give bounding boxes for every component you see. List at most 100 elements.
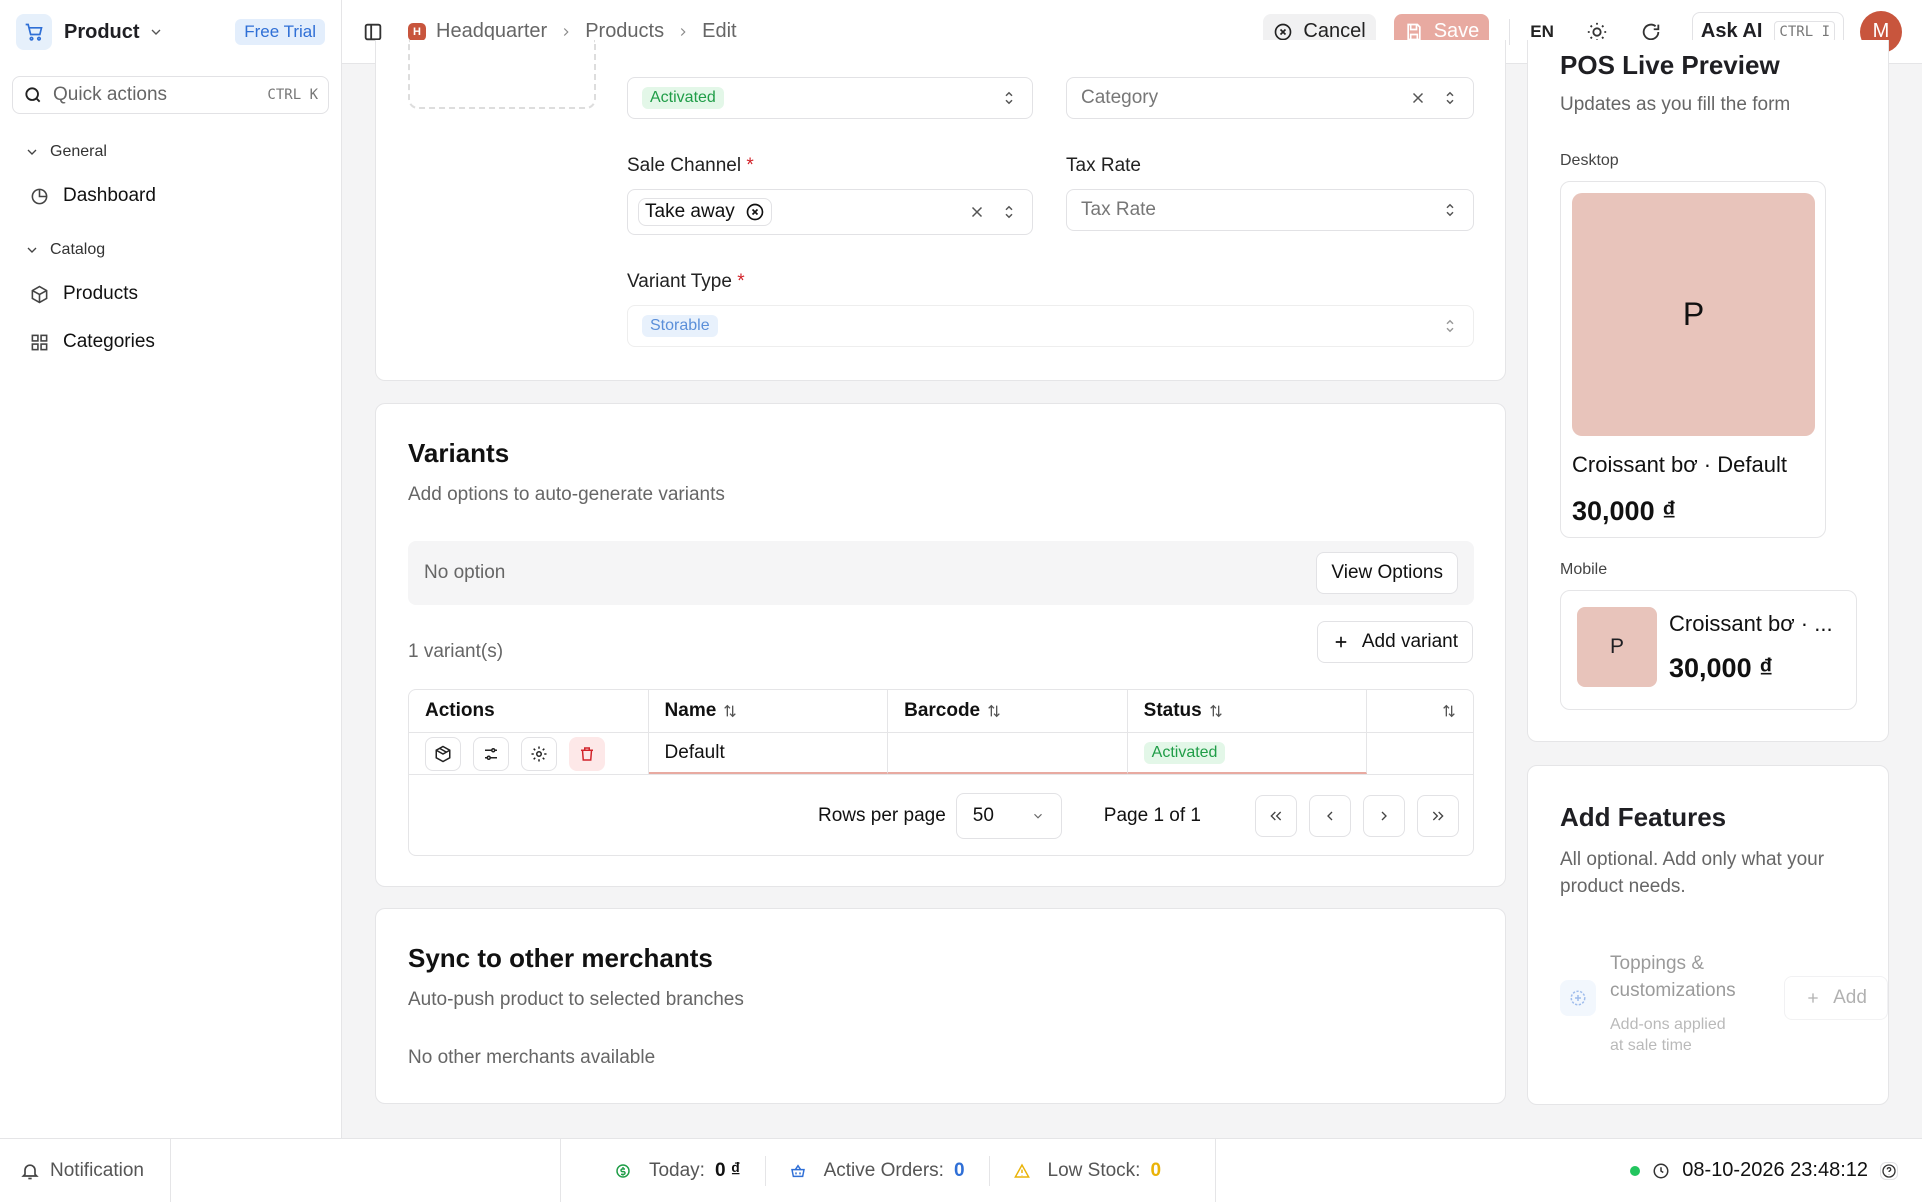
- bell-icon: [20, 1161, 40, 1181]
- variant-type-select[interactable]: Storable: [627, 305, 1474, 347]
- remove-chip-icon[interactable]: [745, 202, 765, 222]
- rows-per-page-value: 50: [972, 805, 994, 826]
- tax-rate-select[interactable]: Tax Rate: [1066, 189, 1474, 231]
- sale-channel-label-text: Sale Channel: [627, 155, 742, 176]
- add-features-card: Add Features All optional. Add only what…: [1527, 765, 1889, 1105]
- row-status[interactable]: Activated: [1127, 733, 1368, 774]
- sort-icon: [1441, 703, 1457, 719]
- first-page-icon[interactable]: [1255, 795, 1297, 837]
- preview-title: POS Live Preview: [1560, 50, 1780, 80]
- table-header: Actions Name Barcode Status: [409, 690, 1473, 733]
- app-switcher[interactable]: Product Free Trial: [0, 0, 341, 64]
- gear-icon[interactable]: [521, 736, 557, 771]
- variants-subtitle: Add options to auto-generate variants: [408, 484, 725, 505]
- stat-today: Today: 0 ₫: [591, 1160, 765, 1182]
- sort-icon: [722, 703, 738, 719]
- add-variant-button[interactable]: Add variant: [1316, 621, 1473, 663]
- sidebar: Product Free Trial Quick actions CTRL K …: [0, 0, 342, 1138]
- variant-count: 1 variant(s): [408, 641, 504, 662]
- quick-actions-label: Quick actions: [53, 84, 168, 105]
- help-icon[interactable]: [1880, 1161, 1898, 1180]
- sidebar-item-categories[interactable]: Categories: [0, 318, 341, 366]
- variants-table: Actions Name Barcode Status Default Acti…: [408, 689, 1474, 856]
- page-info: Page 1 of 1: [1103, 805, 1201, 826]
- sidebar-item-dashboard[interactable]: Dashboard: [0, 172, 341, 220]
- preview-product-name: Croissant bơ · ...: [1669, 611, 1833, 636]
- sidebar-group-general[interactable]: General: [0, 140, 341, 164]
- trash-icon[interactable]: [569, 736, 605, 771]
- pos-preview-card: POS Live Preview Updates as you fill the…: [1527, 40, 1889, 742]
- last-page-icon[interactable]: [1417, 795, 1459, 837]
- chevron-down-icon: [24, 242, 40, 258]
- rows-per-page-label: Rows per page: [818, 805, 946, 826]
- sync-empty: No other merchants available: [408, 1047, 656, 1068]
- column-barcode[interactable]: Barcode: [888, 690, 1128, 732]
- prev-page-icon[interactable]: [1309, 795, 1351, 837]
- status-select[interactable]: Activated: [627, 77, 1033, 119]
- chevron-up-down-icon: [1000, 203, 1018, 221]
- column-status[interactable]: Status: [1128, 690, 1368, 732]
- add-feature-button[interactable]: Add: [1784, 976, 1888, 1020]
- image-upload-dropzone[interactable]: [408, 40, 596, 109]
- inventory-icon[interactable]: [425, 736, 461, 771]
- chevron-up-down-icon: [1441, 89, 1459, 107]
- options-icon[interactable]: [473, 736, 509, 771]
- row-barcode[interactable]: [888, 733, 1128, 774]
- required-mark: *: [746, 155, 754, 176]
- category-placeholder: Category: [1081, 87, 1159, 108]
- stock-label: Low Stock:: [1047, 1159, 1141, 1181]
- clear-icon[interactable]: [968, 203, 986, 221]
- column-label: Name: [664, 700, 717, 721]
- chevron-up-down-icon: [1441, 201, 1459, 219]
- sidebar-group-label: Catalog: [50, 241, 106, 258]
- feature-toppings: Toppings & customizations Add-ons applie…: [1560, 950, 1888, 1060]
- no-option-text: No option: [424, 562, 506, 583]
- free-trial-badge[interactable]: Free Trial: [235, 19, 325, 45]
- money-icon: [615, 1163, 631, 1179]
- box-icon: [30, 285, 49, 304]
- stat-orders: Active Orders: 0: [766, 1160, 989, 1182]
- cart-icon: [16, 14, 52, 50]
- clock: 08-10-2026 23:48:12: [1630, 1159, 1910, 1182]
- clear-icon[interactable]: [1409, 89, 1427, 107]
- chevron-down-icon: [1031, 809, 1045, 823]
- column-label: Barcode: [904, 700, 981, 721]
- desktop-preview: P Croissant bơ · Default 30,000 ₫: [1560, 181, 1826, 538]
- sort-icon: [986, 703, 1002, 719]
- view-options-label: View Options: [1331, 562, 1443, 583]
- sidebar-item-products[interactable]: Products: [0, 270, 341, 318]
- next-page-icon[interactable]: [1363, 795, 1405, 837]
- headquarter-badge: H: [408, 22, 426, 41]
- pagination: Rows per page 50 Page 1 of 1: [409, 775, 1473, 855]
- notification-button[interactable]: Notification: [0, 1139, 171, 1202]
- add-variant-label: Add variant: [1361, 631, 1458, 652]
- column-name[interactable]: Name: [649, 690, 889, 732]
- chevron-up-down-icon: [1441, 317, 1459, 335]
- feature-description: Add-ons applied at sale time: [1610, 1016, 1726, 1054]
- today-value: 0 ₫: [714, 1159, 741, 1181]
- sync-subtitle: Auto-push product to selected branches: [408, 989, 744, 1010]
- chevron-down-icon: [24, 144, 40, 160]
- row-name[interactable]: Default: [648, 733, 889, 774]
- preview-subtitle: Updates as you fill the form: [1560, 94, 1791, 115]
- view-options-button[interactable]: View Options: [1316, 552, 1458, 594]
- column-extra[interactable]: [1367, 690, 1473, 732]
- desktop-label: Desktop: [1560, 152, 1619, 169]
- stock-value: 0: [1150, 1159, 1162, 1181]
- quick-actions-search[interactable]: Quick actions CTRL K: [12, 76, 329, 114]
- notification-label: Notification: [50, 1159, 144, 1181]
- language-switch[interactable]: EN: [1530, 22, 1554, 42]
- sidebar-group-catalog[interactable]: Catalog: [0, 238, 341, 262]
- mobile-label: Mobile: [1560, 561, 1608, 578]
- app-name: Product: [64, 20, 140, 43]
- plus-icon: [1332, 633, 1350, 651]
- stats-bar: Today: 0 ₫ Active Orders: 0 Low Stock: 0: [560, 1139, 1216, 1202]
- category-select[interactable]: Category: [1066, 77, 1474, 119]
- preview-product-name: Croissant bơ · Default: [1572, 452, 1787, 477]
- status-bar: Notification Today: 0 ₫ Active Orders: 0…: [0, 1138, 1922, 1202]
- features-title: Add Features: [1560, 802, 1727, 832]
- sale-channel-select[interactable]: Take away: [627, 189, 1033, 235]
- preview-price: 30,000 ₫: [1669, 653, 1773, 683]
- clock-icon: [1652, 1162, 1670, 1180]
- rows-per-page-select[interactable]: 50: [955, 793, 1062, 839]
